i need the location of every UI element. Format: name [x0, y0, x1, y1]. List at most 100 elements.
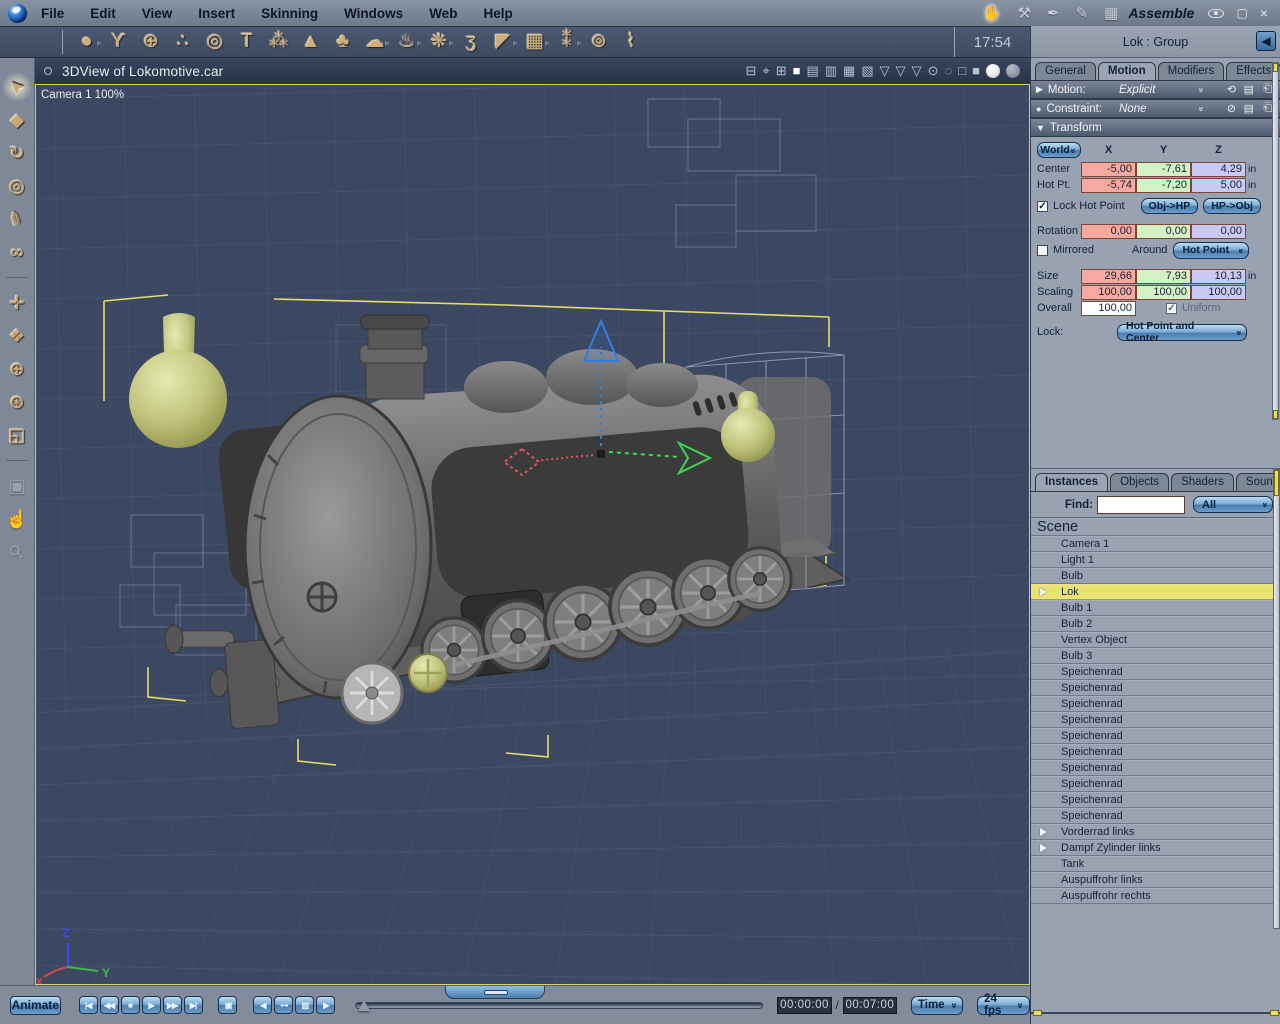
list-item-vorderrad-links[interactable]: Vorderrad links — [1031, 824, 1280, 840]
rotation-z-field[interactable]: 0,00 — [1191, 223, 1246, 239]
expand-triangle-icon[interactable] — [1040, 843, 1047, 852]
eye-icon[interactable] — [1208, 8, 1225, 18]
manipulator-center[interactable] — [597, 450, 605, 458]
fast-forward-button[interactable]: ▶▶ — [162, 996, 182, 1014]
filter-dropdown[interactable]: All» — [1193, 496, 1273, 513]
prev-key-button[interactable]: ◀ — [253, 996, 273, 1014]
translate-ring-tool[interactable]: ⊕ — [3, 354, 31, 384]
space-dropdown[interactable]: World» — [1037, 142, 1081, 158]
time-mode-dropdown[interactable]: Time» — [910, 995, 964, 1015]
lock-dropdown[interactable]: Hot Point and Center» — [1117, 320, 1247, 344]
scene-root[interactable]: Scene — [1031, 518, 1280, 536]
fps-dropdown[interactable]: 24 fps» — [977, 993, 1031, 1017]
save-icon[interactable]: ▤ — [1244, 102, 1254, 115]
select-tool[interactable]: ➤ — [3, 72, 31, 102]
insert-fire-icon[interactable]: ♨ ▹ — [391, 28, 423, 56]
list-item-bulb[interactable]: Bulb — [1031, 568, 1280, 584]
size-x-field[interactable]: 29,66 — [1081, 268, 1136, 284]
paint-brush-icon[interactable]: ✎ — [1076, 4, 1089, 22]
expand-triangle-icon[interactable] — [1040, 587, 1047, 596]
list-item-auspuffrohr-links[interactable]: Auspuffrohr links — [1031, 872, 1280, 888]
find-input[interactable] — [1097, 495, 1185, 514]
size-y-field[interactable]: 7,93 — [1136, 268, 1191, 284]
center-x-field[interactable]: -5,00 — [1081, 161, 1136, 177]
draft-shaded-icon[interactable]: ▽ — [912, 63, 922, 79]
corner-view-tool[interactable]: ◱ — [3, 420, 31, 450]
timeline-drawer-handle[interactable] — [445, 986, 545, 999]
next-key-button[interactable]: ▶ — [316, 996, 336, 1014]
insert-vertex-object-icon[interactable]: ◎ — [199, 28, 231, 56]
menu-skinning[interactable]: Skinning — [261, 6, 318, 21]
insert-target-icon[interactable]: ⊚ — [583, 28, 615, 56]
viewport-canvas[interactable]: Camera 1 100% Z Y x — [35, 74, 1122, 1024]
center-y-field[interactable]: -7,61 — [1136, 161, 1191, 177]
model-tool-icon[interactable]: ⚒ — [1018, 4, 1031, 22]
insert-light-icon[interactable]: ◤ ▹ — [487, 28, 519, 56]
around-dropdown[interactable]: Hot Point» — [1173, 241, 1250, 259]
end-time-field[interactable]: 00:07:00 — [842, 996, 897, 1014]
close-icon[interactable]: × — [1260, 5, 1268, 21]
insert-particles-icon[interactable]: ⁂ — [263, 28, 295, 56]
load-icon[interactable]: ⎗ — [1263, 83, 1272, 96]
dotted-sphere-icon[interactable]: ◌ — [945, 63, 953, 79]
link-tool[interactable]: ∞ — [3, 237, 31, 267]
browser-scrollbar[interactable] — [1273, 469, 1280, 929]
go-start-button[interactable]: |◀ — [78, 996, 98, 1014]
menu-edit[interactable]: Edit — [90, 6, 116, 21]
insert-terrain-icon[interactable]: ▲ — [295, 28, 327, 56]
constraint-off-icon[interactable]: ⊘ — [1227, 102, 1236, 115]
animate-button[interactable]: Animate — [10, 995, 61, 1015]
overall-field[interactable]: 100,00 — [1081, 300, 1136, 316]
insert-metaball-icon[interactable]: ∴ — [167, 28, 199, 56]
properties-scrollbar[interactable] — [1272, 62, 1279, 420]
render-preview-button[interactable]: ▣ — [218, 996, 238, 1014]
menu-view[interactable]: View — [142, 6, 173, 21]
tab-general[interactable]: General — [1035, 62, 1096, 80]
textured-sphere-icon[interactable] — [1006, 64, 1020, 78]
tab-objects[interactable]: Objects — [1110, 473, 1170, 491]
list-item-speichenrad[interactable]: Speichenrad — [1031, 728, 1280, 744]
center-z-field[interactable]: 4,29 — [1191, 161, 1246, 177]
menu-web[interactable]: Web — [429, 6, 457, 21]
translate-tool[interactable]: ✛ — [3, 288, 31, 318]
list-item-light-1[interactable]: Light 1 — [1031, 552, 1280, 568]
list-item-speichenrad[interactable]: Speichenrad — [1031, 744, 1280, 760]
insert-sphere-icon[interactable]: ● ▹ — [71, 28, 103, 56]
list-item-dampf-zylinder-links[interactable]: Dampf Zylinder links — [1031, 840, 1280, 856]
list-item-auspuffrohr-rechts[interactable]: Auspuffrohr rechts — [1031, 888, 1280, 904]
spray-tool[interactable]: ✐ — [3, 204, 31, 234]
menu-file[interactable]: File — [41, 6, 64, 21]
insert-cloud-icon[interactable]: ☁ ▹ — [359, 28, 391, 56]
pan-tool[interactable]: ☝ — [3, 504, 31, 534]
motion-method-icon[interactable]: ⟲ — [1227, 83, 1236, 96]
insert-tree-icon[interactable]: ♣ — [327, 28, 359, 56]
collapse-panel-button[interactable]: ◀ — [1256, 31, 1276, 51]
add-key-button[interactable]: ⊶ — [274, 996, 294, 1014]
motion-header[interactable]: ▶ Motion: Explicit » ⟲ ▤ ⎗ — [1031, 80, 1280, 99]
draft-wire-icon[interactable]: ▽ — [896, 63, 906, 79]
expand-triangle-icon[interactable] — [1040, 827, 1047, 836]
timeline-knob[interactable] — [358, 999, 371, 1011]
lock-hot-point-checkbox[interactable]: ✓ — [1037, 200, 1048, 212]
timeline-slider[interactable] — [355, 999, 764, 1011]
hand-assemble-icon[interactable]: ✋ — [983, 4, 1002, 22]
play-button[interactable]: ▶ — [141, 996, 161, 1014]
transform-section-header[interactable]: ▼ Transform — [1031, 118, 1280, 137]
render-film-icon[interactable]: ▦ — [1104, 4, 1118, 22]
constraint-header[interactable]: ● Constraint: None » ⊘ ▤ ⎗ — [1031, 99, 1280, 118]
vertex-pen-icon[interactable]: ✒ — [1047, 4, 1060, 22]
list-item-speichenrad[interactable]: Speichenrad — [1031, 808, 1280, 824]
menu-help[interactable]: Help — [483, 6, 512, 21]
production-frame-icon[interactable]: ⊞ — [776, 63, 787, 79]
list-item-tank[interactable]: Tank — [1031, 856, 1280, 872]
uniform-checkbox[interactable]: ✓ — [1166, 302, 1177, 314]
trackball-tool[interactable]: ⊛ — [3, 387, 31, 417]
hp-to-obj-button[interactable]: HP->Obj — [1203, 198, 1261, 214]
rotate-tool[interactable]: ↻ — [3, 138, 31, 168]
camera-track-icon[interactable]: ⌖ — [762, 63, 769, 79]
layout-three-pane-icon[interactable]: ▥ — [825, 63, 837, 79]
outline-mode-icon[interactable]: ⊟ — [745, 63, 756, 79]
tab-motion[interactable]: Motion — [1097, 62, 1156, 80]
flat-cube-icon[interactable]: ■ — [972, 63, 980, 79]
list-item-speichenrad[interactable]: Speichenrad — [1031, 776, 1280, 792]
